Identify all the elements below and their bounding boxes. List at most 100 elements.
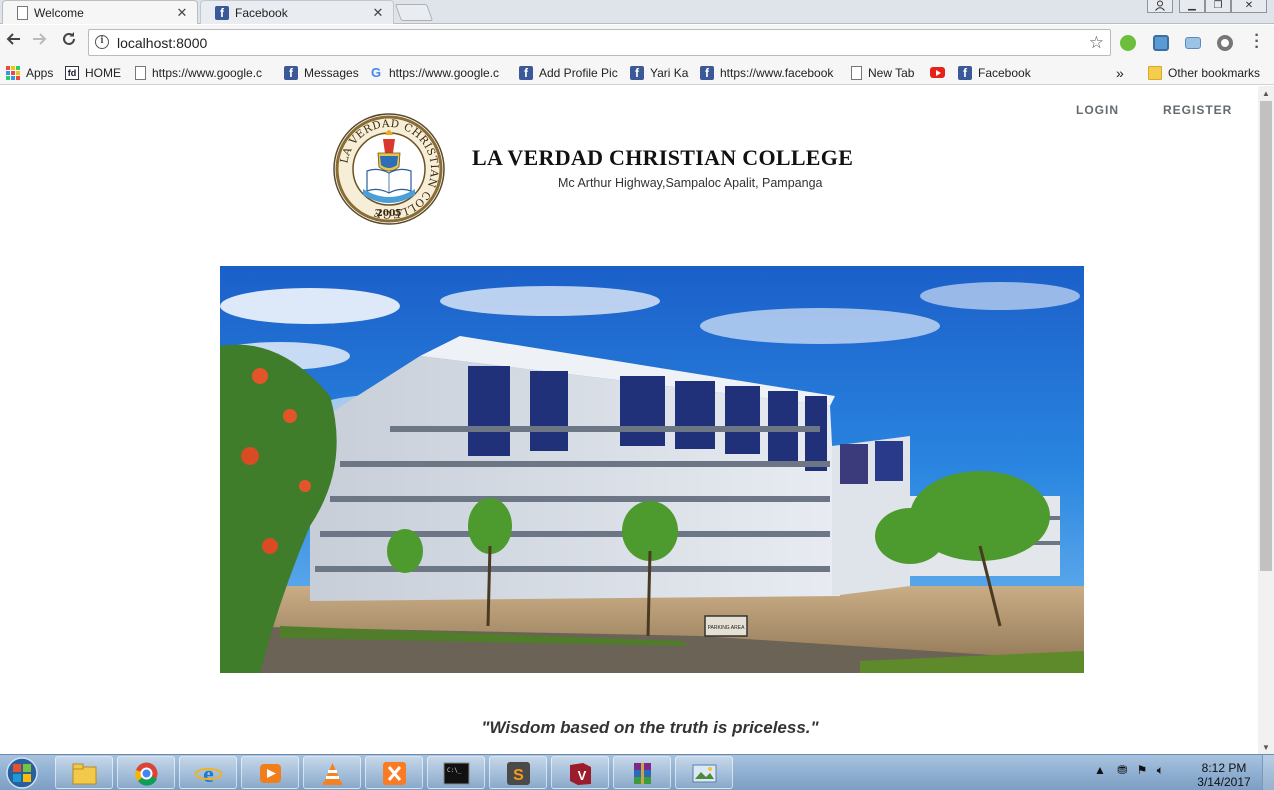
address-url: localhost:8000 xyxy=(117,35,208,51)
taskbar-clock[interactable]: 8:12 PM 3/14/2017 xyxy=(1192,761,1256,789)
tab-label: Facebook xyxy=(235,5,288,20)
register-link[interactable]: REGISTER xyxy=(1163,103,1232,117)
tab-facebook[interactable]: f Facebook ✕ xyxy=(200,0,394,24)
bookmark-label: Yari Ka xyxy=(650,65,689,80)
facebook-icon: f xyxy=(958,65,972,80)
facebook-icon: f xyxy=(630,65,644,80)
bookmark-google-1[interactable]: https://www.google.c xyxy=(135,64,270,81)
xampp-icon[interactable] xyxy=(365,756,423,789)
clock-date: 3/14/2017 xyxy=(1197,775,1251,789)
restore-button[interactable]: ❐ xyxy=(1205,0,1231,13)
forward-button[interactable] xyxy=(29,31,51,53)
browser-toolbar: i localhost:8000 ☆ · · · xyxy=(0,25,1274,60)
bookmark-apps[interactable]: Apps xyxy=(6,64,53,81)
bookmark-label: https://www.facebook xyxy=(720,65,834,80)
bookmark-google-2[interactable]: G https://www.google.c xyxy=(369,64,505,81)
minimize-button[interactable]: ▁ xyxy=(1179,0,1205,13)
bookmark-yari-ka[interactable]: f Yari Ka xyxy=(630,64,688,81)
scroll-down-icon[interactable]: ▼ xyxy=(1262,743,1270,752)
college-address: Mc Arthur Highway,Sampaloc Apalit, Pampa… xyxy=(558,176,823,190)
bookmark-label: Apps xyxy=(26,65,54,80)
youtube-icon xyxy=(930,67,945,78)
login-link[interactable]: LOGIN xyxy=(1076,103,1119,117)
bookmark-other[interactable]: Other bookmarks xyxy=(1148,64,1260,81)
campus-building-photo: PARKING AREA xyxy=(220,266,1084,673)
bookmark-facebook[interactable]: f Facebook xyxy=(958,64,1031,81)
close-window-button[interactable]: ✕ xyxy=(1231,0,1267,13)
svg-text:V: V xyxy=(578,768,587,783)
scroll-up-icon[interactable]: ▲ xyxy=(1262,89,1270,98)
sublime-text-icon[interactable]: S xyxy=(489,756,547,789)
bookmark-messages[interactable]: f Messages xyxy=(284,64,359,81)
svg-text:e: e xyxy=(203,762,214,786)
page-icon xyxy=(851,65,862,80)
picture-viewer-icon[interactable] xyxy=(675,756,733,789)
bookmarks-bar: Apps fd HOME https://www.google.c f Mess… xyxy=(0,60,1274,85)
back-button[interactable] xyxy=(2,31,24,53)
volume-icon[interactable]: 🔈︎ xyxy=(1157,763,1164,777)
tray-app-icon[interactable]: ⛃ xyxy=(1117,763,1127,777)
chrome-icon[interactable] xyxy=(117,756,175,789)
system-tray: ▲ ⛃ ⚑ 🔈︎ xyxy=(1094,763,1164,778)
facebook-icon: f xyxy=(700,65,714,80)
bookmarks-overflow-button[interactable]: » xyxy=(1116,64,1124,81)
bookmark-facebook-url[interactable]: f https://www.facebook xyxy=(700,64,836,81)
svg-text:PARKING AREA: PARKING AREA xyxy=(708,625,746,631)
overflow-label: » xyxy=(1116,64,1124,81)
facebook-icon: f xyxy=(284,65,298,80)
extension-gray-icon[interactable] xyxy=(1217,35,1233,51)
tab-label: Welcome xyxy=(34,5,84,20)
extension-green-icon[interactable] xyxy=(1120,35,1136,51)
bookmark-label: Add Profile Pic xyxy=(539,65,618,80)
bookmark-new-tab[interactable]: New Tab xyxy=(851,64,914,81)
apps-icon xyxy=(6,65,20,80)
internet-explorer-icon[interactable]: e xyxy=(179,756,237,789)
reload-button[interactable] xyxy=(58,31,80,53)
bookmark-home[interactable]: fd HOME xyxy=(65,64,121,81)
info-icon[interactable]: i xyxy=(95,35,109,49)
bookmark-label: Other bookmarks xyxy=(1168,65,1261,80)
command-prompt-icon[interactable]: C:\_ xyxy=(427,756,485,789)
svg-text:S: S xyxy=(513,767,524,784)
bookmark-label: https://www.google.c xyxy=(152,65,263,80)
bookmark-youtube[interactable] xyxy=(930,64,951,81)
bookmark-label: New Tab xyxy=(868,65,915,80)
extension-cast-icon[interactable] xyxy=(1185,37,1201,49)
v-app-icon[interactable]: V xyxy=(551,756,609,789)
college-name: LA VERDAD CHRISTIAN COLLEGE xyxy=(472,145,854,170)
fd-icon: fd xyxy=(65,65,79,80)
scrollbar-thumb[interactable] xyxy=(1260,101,1272,571)
google-icon: G xyxy=(370,64,382,80)
show-desktop-button[interactable] xyxy=(1262,755,1274,790)
vlc-icon[interactable] xyxy=(303,756,361,789)
star-icon[interactable]: ☆ xyxy=(1089,33,1104,53)
page-icon xyxy=(135,65,146,80)
file-explorer-icon[interactable] xyxy=(55,756,113,789)
tab-welcome[interactable]: Welcome ✕ xyxy=(2,0,198,24)
bookmark-label: https://www.google.c xyxy=(389,65,500,80)
close-icon[interactable]: ✕ xyxy=(371,5,385,21)
media-player-icon[interactable] xyxy=(241,756,299,789)
facebook-icon: f xyxy=(215,5,229,20)
page-scrollbar[interactable]: ▲ ▼ xyxy=(1258,86,1274,754)
user-icon[interactable] xyxy=(1147,0,1173,13)
facebook-icon: f xyxy=(519,65,533,80)
windows-taskbar: e C:\_ S V ▲ ⛃ ⚑ 🔈︎ 8:12 PM 3/14/2017 xyxy=(0,754,1274,790)
start-button[interactable] xyxy=(2,756,42,790)
new-tab-button[interactable] xyxy=(394,4,434,21)
winrar-icon[interactable] xyxy=(613,756,671,789)
svg-text:C:\_: C:\_ xyxy=(447,767,462,774)
bookmark-add-profile-pic[interactable]: f Add Profile Pic xyxy=(519,64,618,81)
menu-icon[interactable]: · · · xyxy=(1252,28,1262,56)
folder-icon xyxy=(1148,65,1162,80)
clock-time: 8:12 PM xyxy=(1201,761,1247,775)
page-icon xyxy=(17,5,28,20)
close-icon[interactable]: ✕ xyxy=(175,5,189,21)
bookmark-label: HOME xyxy=(85,65,121,80)
action-center-flag-icon[interactable]: ⚑ xyxy=(1137,763,1148,777)
college-seal-logo: LA VERDAD CHRISTIAN COLLEGE 2005 xyxy=(333,113,445,225)
address-bar[interactable]: i localhost:8000 ☆ xyxy=(88,29,1111,56)
extension-blue-icon[interactable] xyxy=(1153,35,1169,51)
bookmark-label: Messages xyxy=(304,65,359,80)
tray-expand-icon[interactable]: ▲ xyxy=(1094,763,1106,777)
